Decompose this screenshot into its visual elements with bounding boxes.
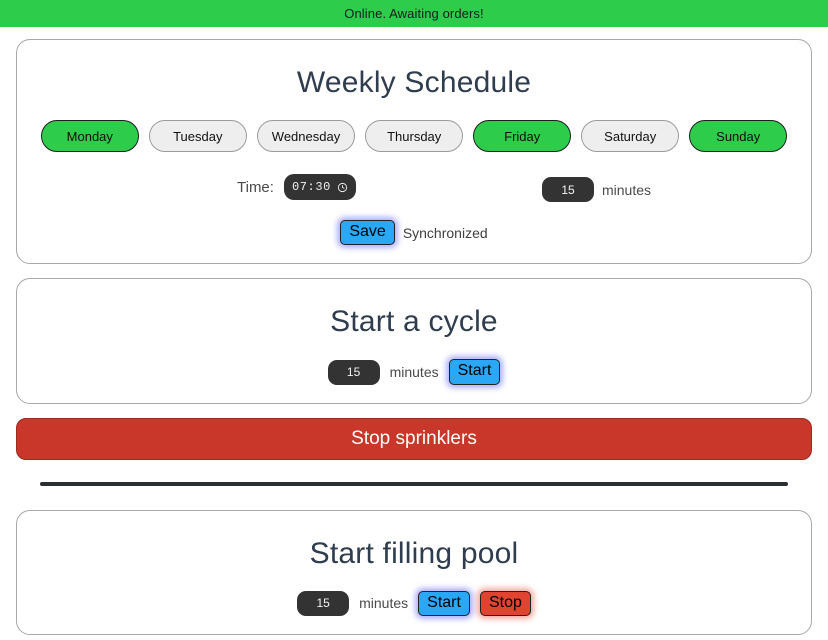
day-button-sunday[interactable]: Sunday	[689, 120, 788, 152]
page-content: Weekly Schedule Monday Tuesday Wednesday…	[0, 27, 828, 636]
day-label: Thursday	[387, 128, 442, 144]
day-label: Sunday	[716, 128, 761, 144]
pool-stop-button[interactable]: Stop	[479, 590, 531, 617]
stop-sprinklers-button[interactable]: Stop sprinklers	[16, 417, 812, 460]
day-label: Saturday	[604, 128, 657, 144]
day-selector: Monday Tuesday Wednesday Thursday Friday…	[29, 120, 799, 152]
duration-value: 15	[316, 596, 330, 611]
day-button-saturday[interactable]: Saturday	[581, 120, 680, 152]
cycle-duration-input[interactable]: 15	[327, 359, 380, 385]
pool-stop-label: Stop	[488, 593, 522, 611]
day-button-wednesday[interactable]: Wednesday	[256, 120, 356, 152]
start-cycle-card: Start a cycle 15 minutes Start	[16, 278, 812, 404]
start-cycle-controls: 15 minutes Start	[29, 359, 799, 385]
cycle-start-label: Start	[457, 362, 492, 380]
sync-status: Synchronized	[402, 224, 488, 241]
weekly-schedule-card: Weekly Schedule Monday Tuesday Wednesday…	[16, 39, 812, 265]
stop-sprinklers-label: Stop sprinklers	[351, 427, 477, 449]
day-button-monday[interactable]: Monday	[40, 120, 139, 152]
schedule-settings-row: Time: 07:30 15 minutes	[29, 174, 799, 210]
pool-start-button[interactable]: Start	[418, 590, 470, 617]
save-button[interactable]: Save	[340, 220, 395, 246]
pool-duration-input[interactable]: 15	[297, 590, 350, 616]
start-cycle-title: Start a cycle	[330, 305, 498, 339]
schedule-duration-unit: minutes	[602, 181, 652, 198]
day-label: Friday	[504, 128, 541, 144]
fill-pool-card: Start filling pool 15 minutes Start Stop	[16, 509, 812, 636]
day-label: Monday	[66, 128, 113, 144]
time-group: Time: 07:30	[237, 174, 356, 200]
cycle-start-button[interactable]: Start	[448, 359, 501, 385]
time-value: 07:30	[291, 180, 331, 194]
duration-value: 15	[561, 182, 575, 197]
day-button-thursday[interactable]: Thursday	[365, 120, 464, 152]
time-label: Time:	[237, 178, 274, 196]
save-button-label: Save	[349, 223, 386, 240]
day-label: Wednesday	[271, 128, 341, 144]
cycle-duration-unit: minutes	[389, 364, 439, 381]
pool-start-label: Start	[427, 593, 461, 611]
day-button-tuesday[interactable]: Tuesday	[148, 120, 247, 152]
duration-value: 15	[346, 365, 361, 380]
pool-duration-unit: minutes	[359, 595, 409, 612]
schedule-duration-input[interactable]: 15	[542, 177, 594, 202]
clock-icon	[337, 182, 348, 193]
day-button-friday[interactable]: Friday	[473, 120, 572, 152]
status-bar-text: Online. Awaiting orders!	[344, 6, 484, 21]
weekly-schedule-title: Weekly Schedule	[296, 66, 532, 99]
day-label: Tuesday	[173, 128, 223, 144]
schedule-time-input[interactable]: 07:30	[283, 174, 356, 200]
fill-pool-title: Start filling pool	[309, 536, 519, 570]
schedule-duration-group: 15 minutes	[542, 177, 651, 202]
save-row: Save Synchronized	[29, 220, 799, 246]
status-bar: Online. Awaiting orders!	[0, 0, 828, 27]
section-divider	[40, 481, 788, 486]
fill-pool-controls: 15 minutes Start Stop	[29, 590, 799, 617]
